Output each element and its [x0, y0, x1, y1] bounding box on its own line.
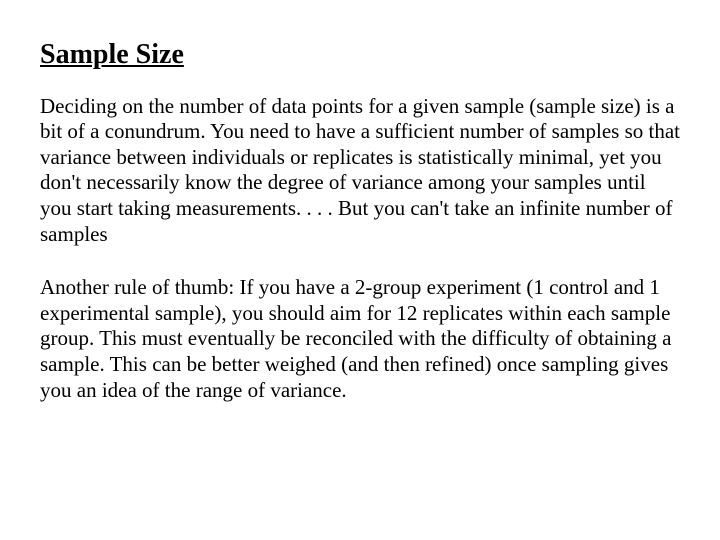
paragraph-1: Deciding on the number of data points fo…: [40, 94, 680, 248]
paragraph-2: Another rule of thumb: If you have a 2-g…: [40, 275, 680, 403]
page-title: Sample Size: [40, 38, 680, 72]
document-page: Sample Size Deciding on the number of da…: [0, 0, 720, 443]
